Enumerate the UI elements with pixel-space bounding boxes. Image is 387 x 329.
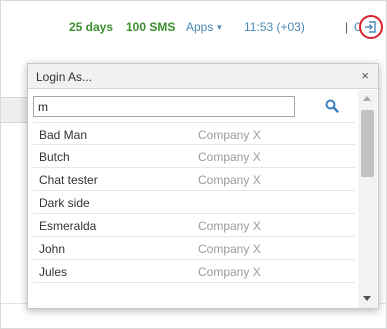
search-field xyxy=(33,96,295,117)
scrollbar-thumb[interactable] xyxy=(361,110,374,177)
list-item[interactable]: Jules Company X xyxy=(33,260,355,283)
list-item[interactable]: Bad Man Company X xyxy=(33,122,355,145)
list-item[interactable]: John Company X xyxy=(33,237,355,260)
login-as-icon[interactable] xyxy=(359,15,383,39)
list-item[interactable]: Chat tester Company X xyxy=(33,168,355,191)
scroll-down-icon[interactable] xyxy=(363,296,371,301)
list-item[interactable]: Dark side xyxy=(33,191,355,214)
user-company: Company X xyxy=(198,150,261,164)
sms-balance: 100 SMS xyxy=(126,20,176,34)
user-name: Esmeralda xyxy=(39,219,97,233)
user-list: Bad Man Company X Butch Company X Chat t… xyxy=(33,122,355,308)
list-item[interactable]: Butch Company X xyxy=(33,145,355,168)
scroll-up-icon[interactable] xyxy=(363,96,371,101)
top-bar: 25 days 100 SMS Apps▼ 11:53 (+03) | Caes… xyxy=(1,15,387,39)
user-name: Butch xyxy=(39,150,70,164)
app-frame: 25 days 100 SMS Apps▼ 11:53 (+03) | Caes… xyxy=(0,0,387,329)
apps-menu-label: Apps xyxy=(186,20,214,34)
user-name: Chat tester xyxy=(39,173,98,187)
user-company: Company X xyxy=(198,128,261,142)
list-item[interactable]: Esmeralda Company X xyxy=(33,214,355,237)
user-name: John xyxy=(39,242,66,256)
user-company: Company X xyxy=(198,219,261,233)
user-company: Company X xyxy=(198,265,261,279)
close-icon[interactable]: × xyxy=(361,68,369,83)
separator: | xyxy=(345,20,349,34)
user-name: Bad Man xyxy=(39,128,88,142)
apps-menu[interactable]: Apps ▼ xyxy=(186,20,223,34)
user-company: Company X xyxy=(198,173,261,187)
search-input[interactable] xyxy=(34,97,294,116)
list-scrollbar[interactable] xyxy=(358,90,377,308)
user-company: Company X xyxy=(198,242,261,256)
days-remaining: 25 days xyxy=(69,20,114,34)
clock: 11:53 (+03) xyxy=(244,20,305,34)
dialog-title: Login As... xyxy=(36,70,93,84)
login-as-dialog: Login As... × Bad Man Company X Butch Co… xyxy=(27,63,379,309)
dialog-header: Login As... × xyxy=(28,64,378,89)
user-name: Dark side xyxy=(39,196,90,210)
caret-down-icon: ▼ xyxy=(215,23,224,32)
search-icon[interactable] xyxy=(324,98,340,114)
user-name: Jules xyxy=(39,265,68,279)
